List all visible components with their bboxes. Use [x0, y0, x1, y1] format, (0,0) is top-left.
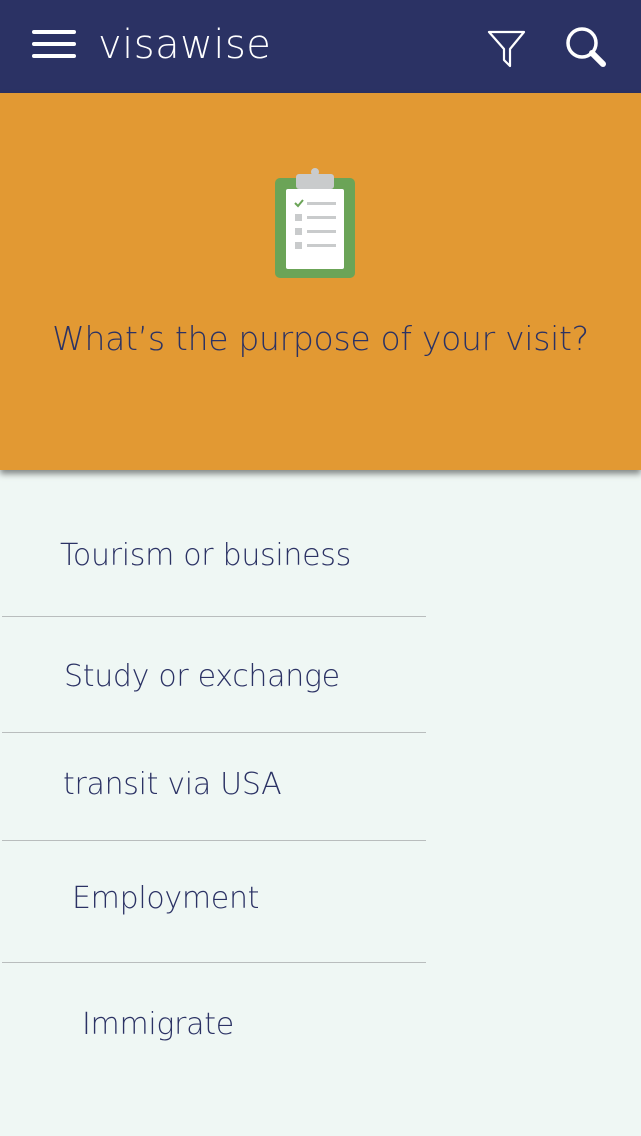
option-label: Tourism or business: [60, 538, 351, 573]
clipboard-checklist-icon: [275, 168, 355, 278]
hamburger-menu-icon: [32, 30, 76, 34]
option-transit-via-usa[interactable]: transit via USA: [2, 733, 426, 840]
menu-button[interactable]: [32, 30, 76, 60]
search-button[interactable]: [565, 26, 607, 68]
search-magnifier-icon: [566, 27, 606, 67]
option-label: Immigrate: [82, 1007, 234, 1042]
hamburger-menu-icon-bar: [32, 54, 76, 58]
option-study-or-exchange[interactable]: Study or exchange: [2, 617, 426, 732]
option-label: Study or exchange: [64, 659, 340, 694]
app-header: visawise: [0, 0, 641, 93]
option-label: transit via USA: [63, 767, 282, 802]
option-employment[interactable]: Employment: [2, 841, 426, 962]
option-label: Employment: [72, 881, 260, 916]
app-title: visawise: [98, 22, 272, 68]
hamburger-menu-icon-bar: [32, 42, 76, 46]
option-immigrate[interactable]: Immigrate: [2, 963, 426, 1093]
filter-funnel-icon: [487, 30, 526, 68]
purpose-hero: What’s the purpose of your visit?: [0, 93, 641, 470]
option-tourism-or-business[interactable]: Tourism or business: [2, 510, 426, 616]
purpose-question: What’s the purpose of your visit?: [52, 319, 589, 358]
filter-button[interactable]: [487, 28, 527, 70]
